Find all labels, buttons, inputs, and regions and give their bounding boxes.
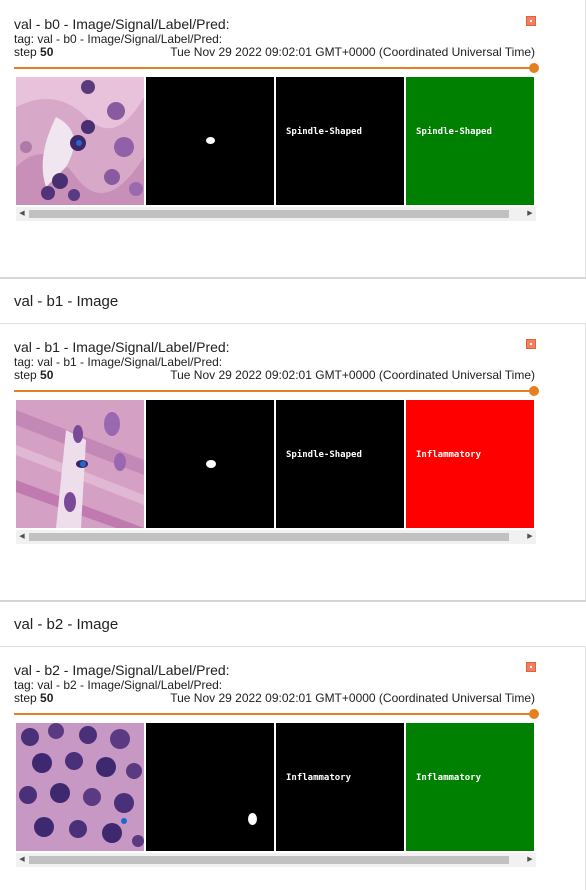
run-title: val - b2 - Image/Signal/Label/Pred: (14, 662, 230, 678)
scroll-right-arrow-icon[interactable]: ▶ (524, 530, 536, 544)
label-panel: Spindle-Shaped (276, 400, 404, 528)
scroll-left-arrow-icon[interactable]: ◀ (16, 530, 28, 544)
signal-mask-panel (146, 723, 274, 851)
label-panel: Spindle-Shaped (276, 77, 404, 205)
group-divider (0, 277, 586, 279)
pred-panel: Inflammatory (406, 400, 534, 528)
header-divider (0, 646, 586, 647)
pred-text: Inflammatory (416, 773, 482, 783)
scroll-left-arrow-icon[interactable]: ◀ (16, 207, 28, 221)
scroll-left-arrow-icon[interactable]: ◀ (16, 853, 28, 867)
scroll-right-arrow-icon[interactable]: ▶ (524, 853, 536, 867)
step-slider-thumb[interactable] (529, 709, 539, 719)
pred-text: Inflammatory (416, 450, 482, 460)
timestamp: Tue Nov 29 2022 09:02:01 GMT+0000 (Coord… (170, 368, 535, 382)
nucleus-mask (206, 460, 216, 468)
label-panel: Inflammatory (276, 723, 404, 851)
image-strip: Inflammatory Inflammatory (16, 723, 534, 851)
nucleus-mask (248, 813, 257, 825)
step-indicator: step 50 (14, 368, 54, 382)
tissue-image (16, 723, 144, 851)
run-title: val - b0 - Image/Signal/Label/Pred: (14, 16, 230, 32)
label-text: Spindle-Shaped (286, 127, 362, 137)
pred-text: Spindle-Shaped (416, 127, 492, 137)
horizontal-scrollbar[interactable]: ◀ ▶ (16, 853, 536, 867)
step-slider-thumb[interactable] (529, 63, 539, 73)
step-indicator: step 50 (14, 691, 54, 705)
step-indicator: step 50 (14, 45, 54, 59)
tissue-image-panel (16, 400, 144, 528)
pred-panel: Spindle-Shaped (406, 77, 534, 205)
tissue-image-panel (16, 77, 144, 205)
nucleus-mask (206, 137, 215, 144)
scroll-right-arrow-icon[interactable]: ▶ (524, 207, 536, 221)
label-text: Spindle-Shaped (286, 450, 362, 460)
run-title: val - b1 - Image/Signal/Label/Pred: (14, 339, 230, 355)
run-color-swatch[interactable] (526, 16, 536, 26)
step-slider-track[interactable] (14, 67, 534, 69)
scroll-thumb[interactable] (29, 210, 509, 218)
group-header[interactable]: val - b2 - Image (14, 616, 118, 633)
label-text: Inflammatory (286, 773, 352, 783)
image-strip: Spindle-Shaped Inflammatory (16, 400, 534, 528)
group-divider (0, 600, 586, 602)
horizontal-scrollbar[interactable]: ◀ ▶ (16, 530, 536, 544)
pred-panel: Inflammatory (406, 723, 534, 851)
signal-mask-panel (146, 400, 274, 528)
header-divider (0, 323, 586, 324)
run-color-swatch[interactable] (526, 339, 536, 349)
timestamp: Tue Nov 29 2022 09:02:01 GMT+0000 (Coord… (170, 45, 535, 59)
tissue-image (16, 400, 144, 528)
horizontal-scrollbar[interactable]: ◀ ▶ (16, 207, 536, 221)
step-slider-track[interactable] (14, 390, 534, 392)
scroll-thumb[interactable] (29, 533, 509, 541)
group-header[interactable]: val - b1 - Image (14, 293, 118, 310)
step-slider-track[interactable] (14, 713, 534, 715)
scroll-thumb[interactable] (29, 856, 509, 864)
tissue-image (16, 77, 144, 205)
signal-mask-panel (146, 77, 274, 205)
tissue-image-panel (16, 723, 144, 851)
run-color-swatch[interactable] (526, 662, 536, 672)
timestamp: Tue Nov 29 2022 09:02:01 GMT+0000 (Coord… (170, 691, 535, 705)
image-strip: Spindle-Shaped Spindle-Shaped (16, 77, 534, 205)
step-slider-thumb[interactable] (529, 386, 539, 396)
